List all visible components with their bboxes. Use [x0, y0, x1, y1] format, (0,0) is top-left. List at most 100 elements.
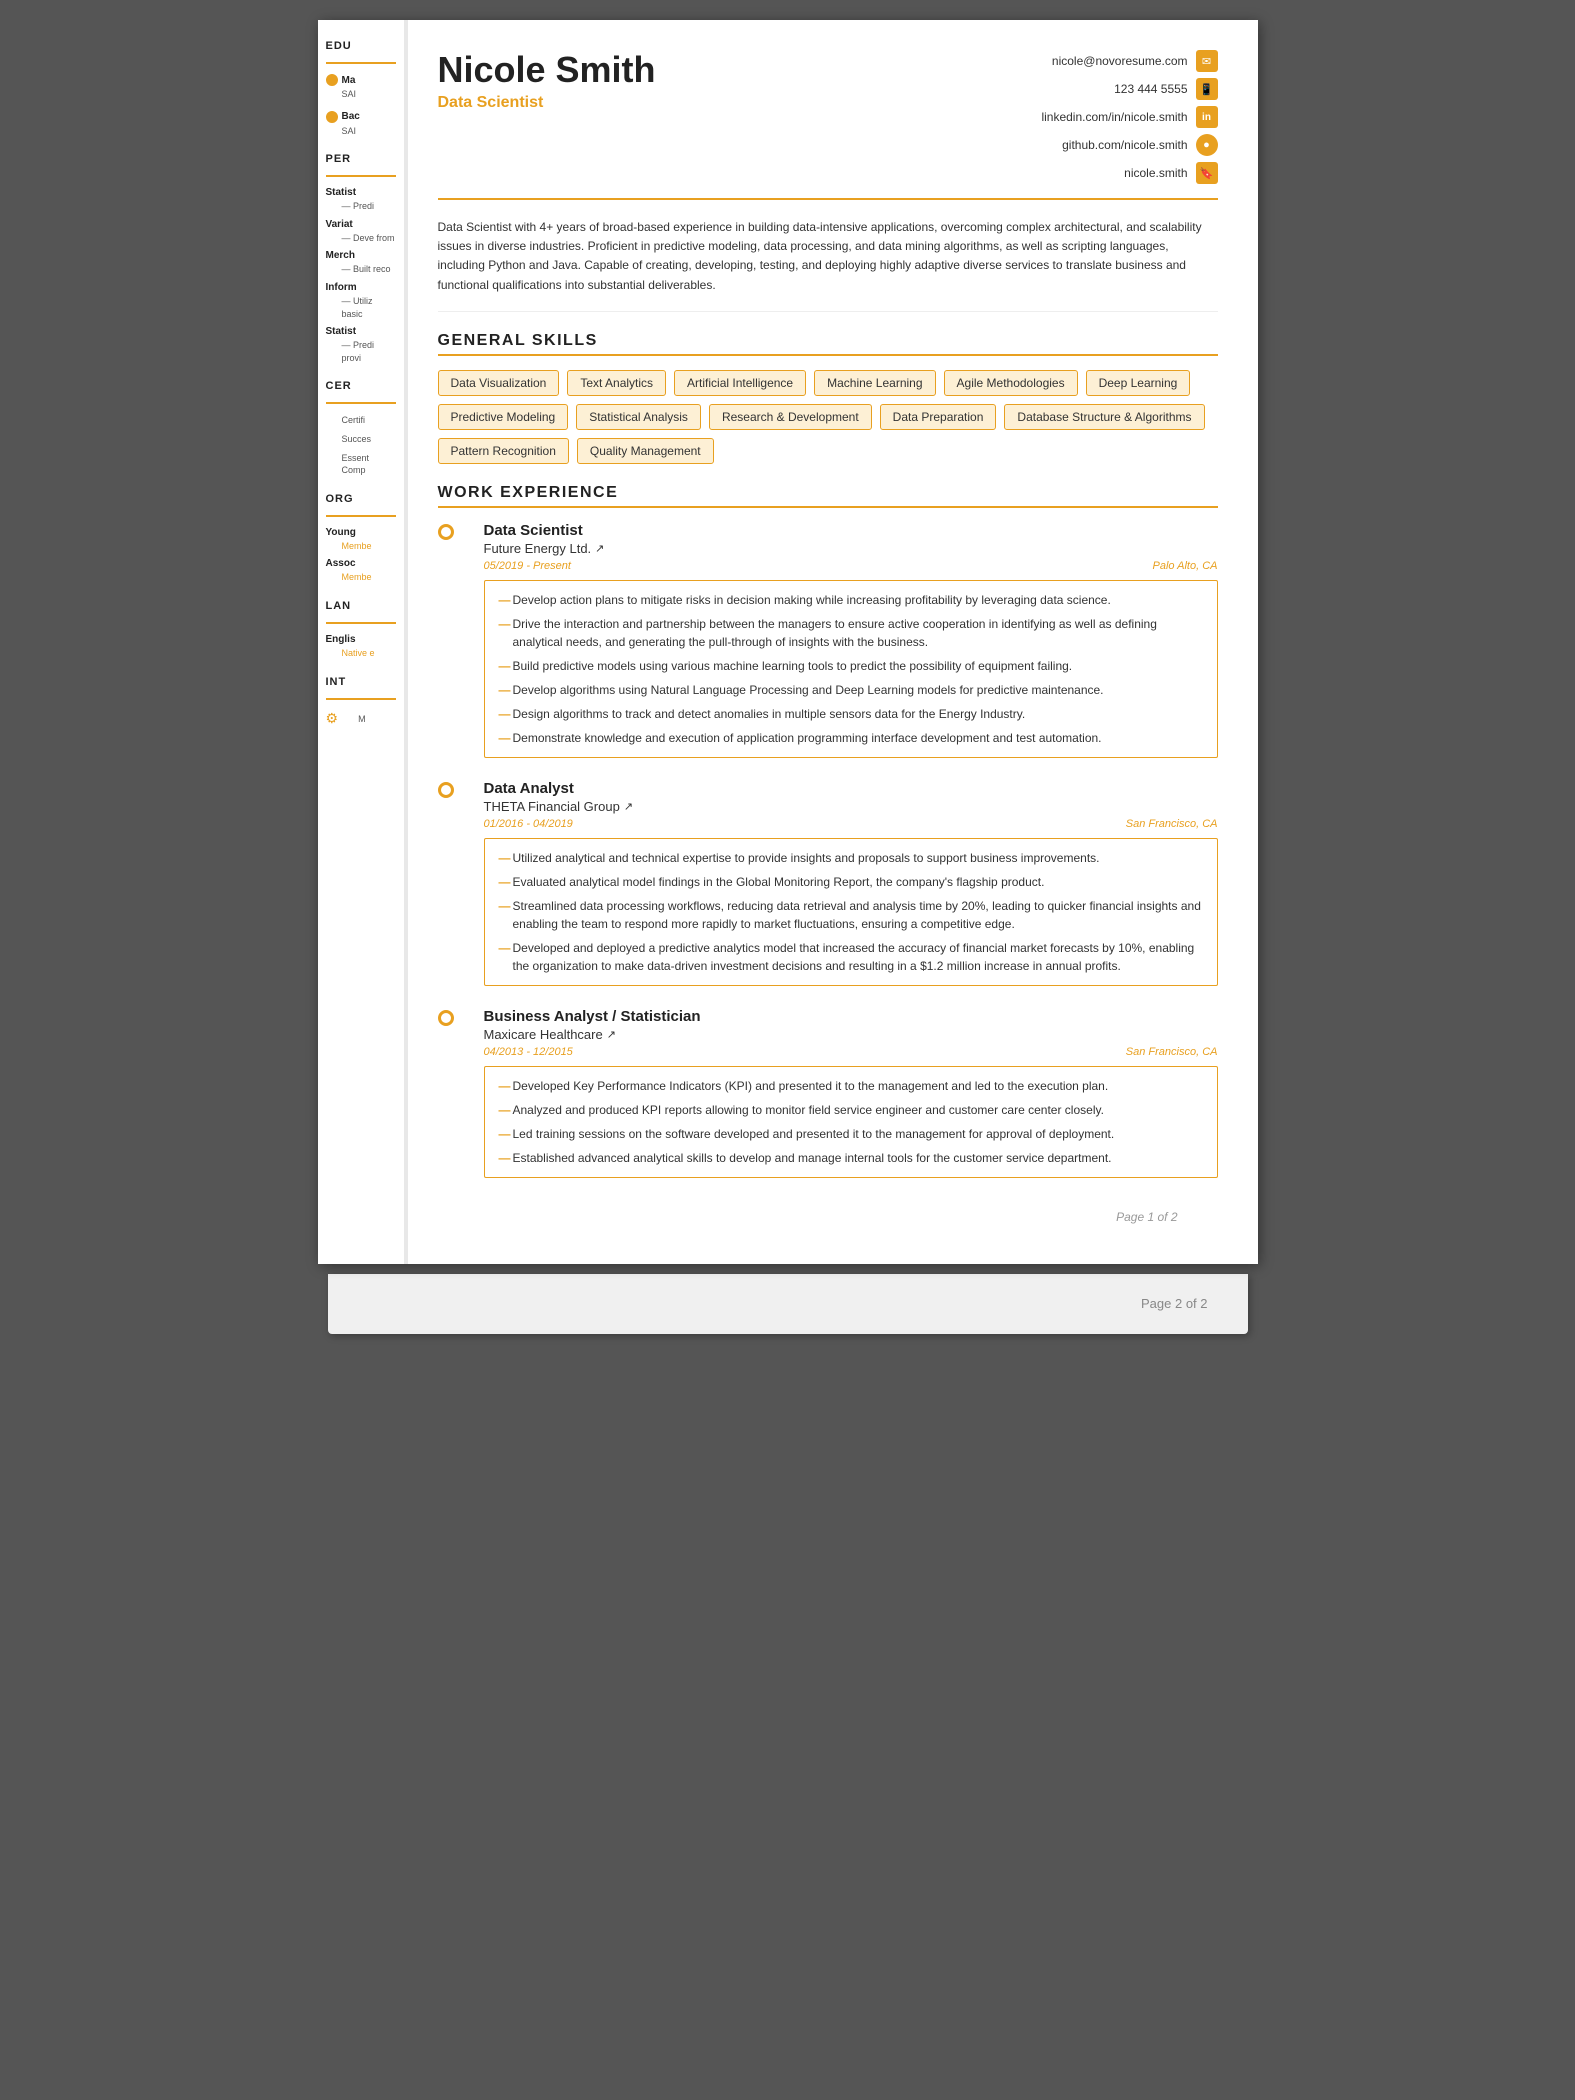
per-label-5: Statist: [326, 326, 396, 337]
work-section-title: WORK EXPERIENCE: [438, 484, 1218, 508]
sidebar-org-section: ORG Young Membe Assoc Membe: [326, 493, 396, 584]
sidebar-edu-title: EDU: [326, 40, 396, 52]
work-item: Business Analyst / StatisticianMaxicare …: [464, 1008, 1218, 1178]
skill-tag: Pattern Recognition: [438, 438, 569, 464]
work-bullets-box: Develop action plans to mitigate risks i…: [484, 580, 1218, 758]
github-text: github.com/nicole.smith: [1062, 138, 1187, 152]
phone-icon: 📱: [1196, 78, 1218, 100]
email-row: nicole@novoresume.com ✉: [1052, 50, 1218, 72]
sidebar-org-2: Assoc Membe: [326, 558, 396, 584]
org-label-2: Assoc: [326, 558, 396, 569]
work-bullet: Established advanced analytical skills t…: [499, 1149, 1203, 1167]
per-label-4: Inform: [326, 282, 396, 293]
work-timeline-dot: [438, 1010, 454, 1026]
header-left: Nicole Smith Data Scientist: [438, 50, 656, 112]
external-link-icon: ↗: [607, 1028, 616, 1041]
edu-dot-1: [326, 74, 338, 86]
linkedin-row: linkedin.com/in/nicole.smith in: [1041, 106, 1217, 128]
skill-tag: Data Visualization: [438, 370, 560, 396]
per-sub-2: — Deve from: [326, 232, 396, 245]
org-label-1: Young: [326, 527, 396, 538]
sidebar-per-title: PER: [326, 153, 396, 165]
per-sub-3: — Built reco: [326, 263, 396, 276]
work-experience-section: WORK EXPERIENCE Data Scientist Future Ene…: [438, 484, 1218, 1178]
skill-tag: Predictive Modeling: [438, 404, 569, 430]
portfolio-icon: 🔖: [1196, 162, 1218, 184]
work-bullet: Demonstrate knowledge and execution of a…: [499, 729, 1203, 747]
work-bullets-box: Developed Key Performance Indicators (KP…: [484, 1066, 1218, 1178]
work-bullet: Analyzed and produced KPI reports allowi…: [499, 1101, 1203, 1119]
work-jobs-container: Data Scientist Future Energy Ltd. ↗ 05/201…: [438, 522, 1218, 1178]
sidebar-per-item-3: Merch — Built reco: [326, 250, 396, 276]
sidebar-cer-title: CER: [326, 380, 396, 392]
resume-page-1: EDU Ma SAI Bac SAI: [318, 20, 1258, 1264]
skill-tags-container: Data VisualizationText AnalyticsArtifici…: [438, 370, 1218, 464]
portfolio-text: nicole.smith: [1124, 166, 1187, 180]
edu-divider: [326, 62, 396, 64]
work-dates: 04/2013 - 12/2015: [484, 1046, 573, 1058]
skill-tag: Research & Development: [709, 404, 872, 430]
work-bullet: Design algorithms to track and detect an…: [499, 705, 1203, 723]
sidebar-cert-1: Certifi: [326, 414, 396, 427]
org-sub-1: Membe: [326, 540, 396, 553]
per-label-3: Merch: [326, 250, 396, 261]
work-bullet: Build predictive models using various ma…: [499, 657, 1203, 675]
linkedin-text: linkedin.com/in/nicole.smith: [1041, 110, 1187, 124]
sidebar-org-1: Young Membe: [326, 527, 396, 553]
per-sub-4: — Utiliz basic: [326, 295, 396, 320]
skill-tag: Agile Methodologies: [944, 370, 1078, 396]
work-company: Future Energy Ltd. ↗: [484, 541, 1218, 556]
lang-label-1: Englis: [326, 634, 396, 645]
candidate-title: Data Scientist: [438, 94, 656, 112]
per-label-2: Variat: [326, 219, 396, 230]
per-sub-5: — Predi provi: [326, 339, 396, 364]
github-row: github.com/nicole.smith ●: [1062, 134, 1217, 156]
contact-info: nicole@novoresume.com ✉ 123 444 5555 📱 l…: [1041, 50, 1217, 184]
per-sub-1: — Predi: [326, 200, 396, 213]
skill-tag: Quality Management: [577, 438, 714, 464]
sidebar-int-title: INT: [326, 676, 396, 688]
sidebar-per-item-4: Inform — Utiliz basic: [326, 282, 396, 320]
work-company: THETA Financial Group ↗: [484, 799, 1218, 814]
external-link-icon: ↗: [624, 800, 633, 813]
sidebar-edu-item-2: Bac SAI: [326, 111, 396, 138]
cert-label-1: Certifi: [326, 414, 396, 427]
per-divider: [326, 175, 396, 177]
portfolio-row: nicole.smith 🔖: [1124, 162, 1217, 184]
work-bullet: Develop algorithms using Natural Languag…: [499, 681, 1203, 699]
work-bullet: Developed and deployed a predictive anal…: [499, 939, 1203, 975]
edu-degree-2: Bac: [326, 111, 396, 123]
edu-school-1: SAI: [326, 88, 396, 101]
work-job-title: Data Analyst: [484, 780, 1218, 797]
work-bullet: Streamlined data processing workflows, r…: [499, 897, 1203, 933]
email-text: nicole@novoresume.com: [1052, 54, 1188, 68]
sidebar-per-item-5: Statist — Predi provi: [326, 326, 396, 364]
int-label-1: M: [342, 713, 366, 726]
sidebar-cert-section: CER Certifi Succes Essent Comp: [326, 380, 396, 476]
skill-tag: Deep Learning: [1086, 370, 1191, 396]
page-number: Page 1 of 2: [438, 1200, 1218, 1234]
skill-tag: Text Analytics: [567, 370, 666, 396]
work-bullet: Developed Key Performance Indicators (KP…: [499, 1077, 1203, 1095]
sidebar-cert-3: Essent Comp: [326, 452, 396, 477]
lang-sub-1: Native e: [326, 647, 396, 660]
work-bullet: Develop action plans to mitigate risks i…: [499, 591, 1203, 609]
phone-row: 123 444 5555 📱: [1114, 78, 1217, 100]
work-bullets-box: Utilized analytical and technical expert…: [484, 838, 1218, 986]
work-location: San Francisco, CA: [1126, 1046, 1218, 1058]
work-dates: 05/2019 - Present: [484, 560, 571, 572]
external-link-icon: ↗: [595, 542, 604, 555]
sidebar-personal-section: PER Statist — Predi Variat — Deve from M…: [326, 153, 396, 364]
work-dates-row: 05/2019 - PresentPalo Alto, CA: [484, 560, 1218, 572]
work-job-title: Data Scientist: [484, 522, 1218, 539]
sidebar-per-item-1: Statist — Predi: [326, 187, 396, 213]
work-bullet: Evaluated analytical model findings in t…: [499, 873, 1203, 891]
skill-tag: Database Structure & Algorithms: [1004, 404, 1204, 430]
page-2-strip: Page 2 of 2: [328, 1274, 1248, 1334]
phone-text: 123 444 5555: [1114, 82, 1187, 96]
summary-text: Data Scientist with 4+ years of broad-ba…: [438, 218, 1218, 312]
skills-section: GENERAL SKILLS Data VisualizationText An…: [438, 332, 1218, 464]
sidebar-per-item-2: Variat — Deve from: [326, 219, 396, 245]
linkedin-icon: in: [1196, 106, 1218, 128]
skill-tag: Machine Learning: [814, 370, 935, 396]
